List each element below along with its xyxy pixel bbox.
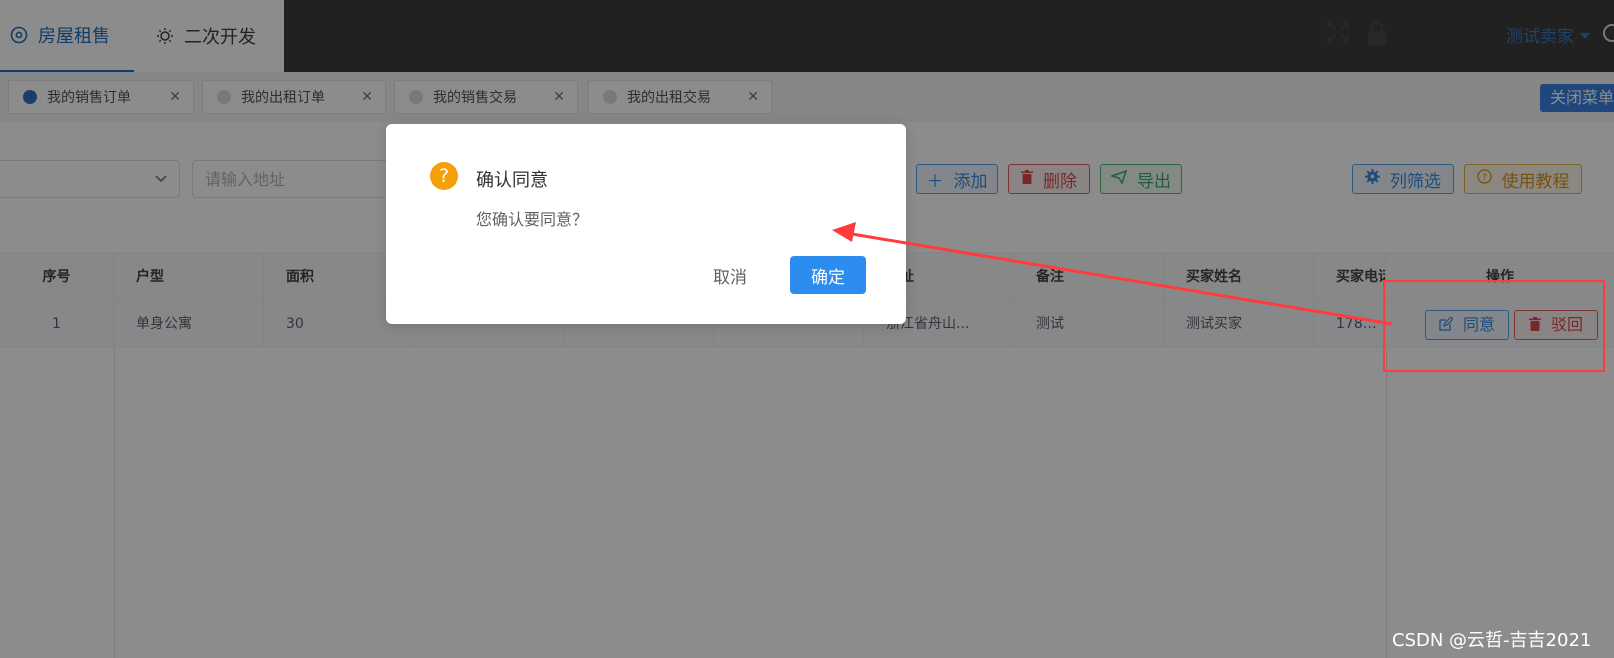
dialog-title: 确认同意 — [476, 170, 548, 191]
dialog-message: 您确认要同意？ — [476, 210, 589, 229]
confirm-dialog: ? 确认同意 您确认要同意？ 取消 确定 — [386, 124, 906, 324]
confirm-button[interactable]: 确定 — [790, 256, 866, 294]
warning-question-icon: ? — [430, 162, 458, 190]
modal-overlay[interactable] — [0, 0, 1614, 658]
watermark-text: CSDN @云哲-吉吉2021 — [1392, 630, 1592, 651]
annotation-highlight-box — [1383, 280, 1605, 372]
cancel-button[interactable]: 取消 — [696, 256, 764, 294]
